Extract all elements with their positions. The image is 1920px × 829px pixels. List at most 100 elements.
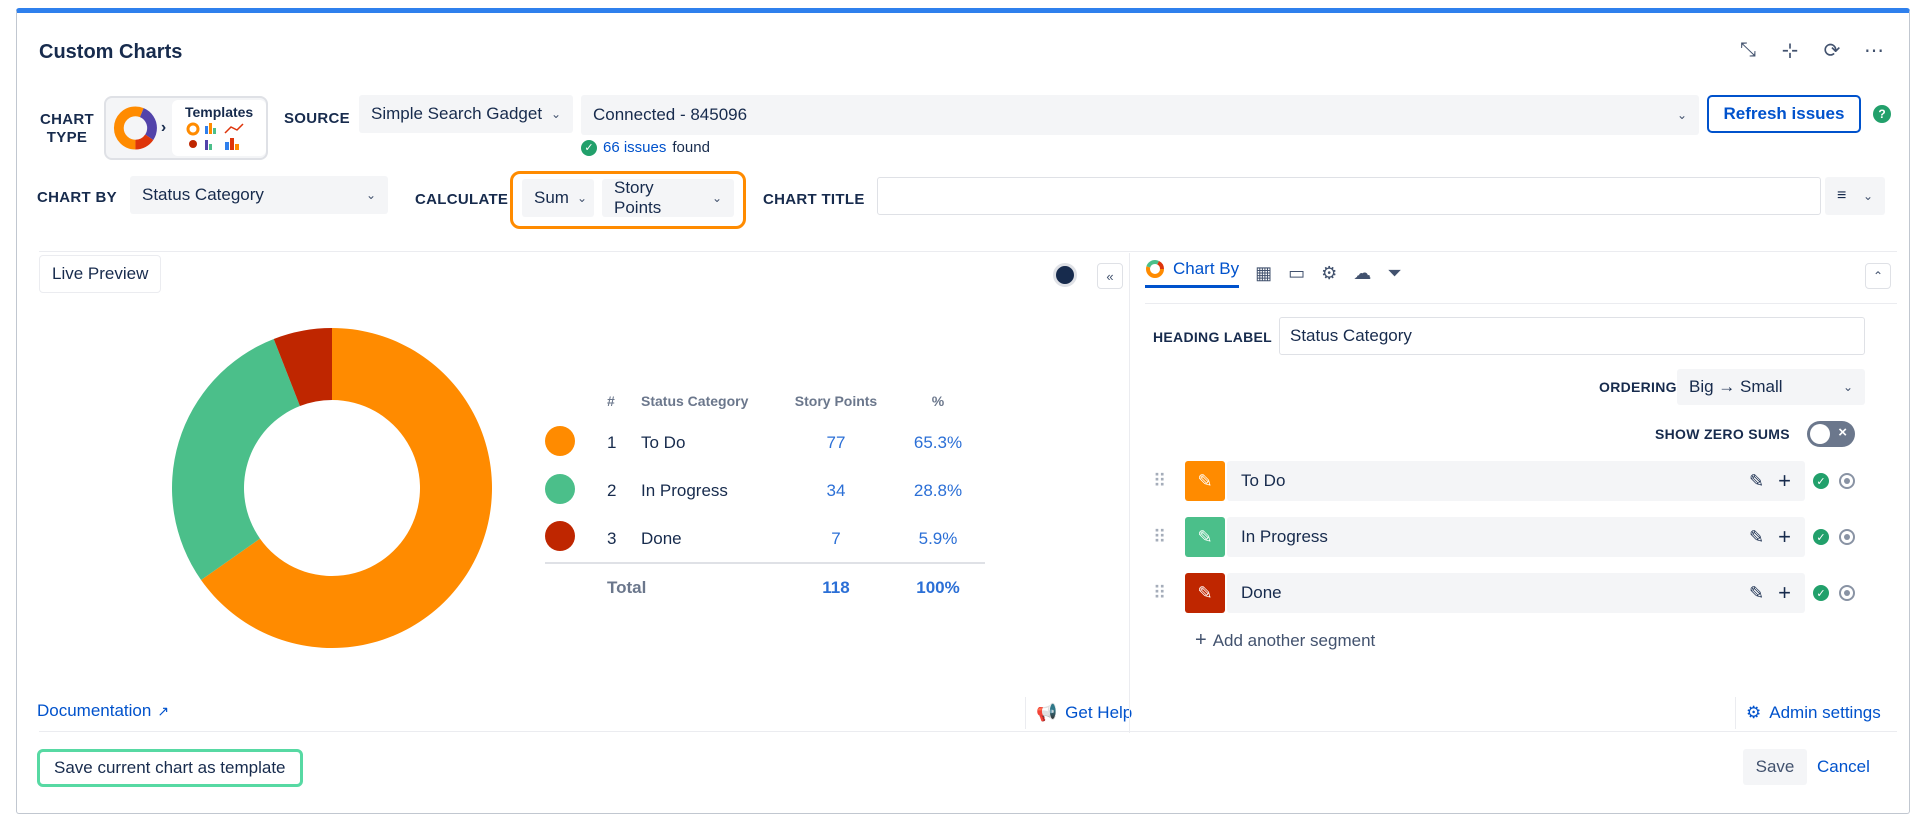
plus-icon[interactable]: + [1778, 524, 1791, 550]
check-circle-icon[interactable]: ✓ [1813, 473, 1829, 489]
check-circle-icon[interactable]: ✓ [1813, 585, 1829, 601]
more-icon[interactable]: ⋯ [1863, 39, 1885, 62]
get-help-link[interactable]: 📢 Get Help [1025, 697, 1132, 729]
gear-icon[interactable]: ⚙ [1321, 263, 1337, 284]
external-link-icon: ↗ [157, 702, 170, 719]
donut-slice-in-progress[interactable] [172, 338, 300, 580]
col-header-status: Status Category [641, 393, 749, 409]
legend-row: 2 In Progress 34 28.8% [545, 467, 985, 515]
close-icon: × [1838, 424, 1847, 441]
tab-chart-by[interactable]: Chart By [1145, 259, 1240, 288]
issues-found: ✓ 66 issues found [581, 139, 710, 156]
color-picker-icon[interactable]: ✎ [1185, 461, 1225, 501]
pencil-icon[interactable]: ✎ [1749, 471, 1764, 492]
check-circle-icon: ✓ [581, 139, 597, 156]
help-icon[interactable]: ? [1873, 105, 1891, 123]
plus-icon[interactable]: + [1778, 468, 1791, 494]
legend-swatch [545, 473, 575, 504]
documentation-link[interactable]: Documentation ↗ [37, 701, 169, 721]
title-align-dropdown[interactable]: ≡ ⌄ [1825, 177, 1885, 215]
plus-icon: + [1195, 629, 1207, 651]
header-icons: ⤡ ⊹ ⟳ ⋯ [1737, 39, 1885, 62]
col-header-number: # [607, 393, 615, 409]
chevron-down-icon: ⌄ [711, 191, 722, 205]
show-zero-sums-toggle[interactable]: × [1807, 421, 1855, 447]
pencil-icon[interactable]: ✎ [1749, 527, 1764, 548]
chart-title-input[interactable] [877, 177, 1821, 215]
panel-divider [1129, 253, 1130, 733]
comment-icon[interactable]: ▭ [1288, 263, 1305, 284]
heading-label-label: HEADING LABEL [1153, 329, 1273, 345]
color-picker-icon[interactable]: ✎ [1185, 573, 1225, 613]
heading-label-input[interactable] [1279, 317, 1865, 355]
section-divider [39, 251, 1897, 252]
pencil-icon[interactable]: ✎ [1749, 583, 1764, 604]
check-circle-icon[interactable]: ✓ [1813, 529, 1829, 545]
drag-handle-icon[interactable]: ⠿ [1153, 528, 1167, 546]
chevron-down-icon: ⌄ [365, 188, 376, 202]
donut-chart [172, 328, 493, 648]
issues-count-link[interactable]: 66 issues [603, 139, 666, 156]
templates-button[interactable]: Templates [172, 100, 266, 156]
chevron-right-icon: › [160, 119, 167, 136]
tabs-divider [1145, 303, 1897, 304]
legend-row: 3 Done 7 5.9% [545, 515, 985, 563]
chart-title-label: CHART TITLE [763, 191, 865, 208]
calculate-label: CALCULATE [415, 191, 509, 208]
calculate-field-dropdown[interactable]: Story Points ⌄ [602, 178, 734, 217]
color-picker-icon[interactable]: ✎ [1185, 517, 1225, 557]
collapse-arrows-icon[interactable]: ⤡ [1737, 39, 1759, 61]
megaphone-icon: 📢 [1036, 703, 1058, 722]
shrink-icon[interactable]: ⊹ [1779, 39, 1801, 62]
legend-swatch [545, 521, 575, 551]
admin-settings-link[interactable]: ⚙ Admin settings [1735, 697, 1881, 729]
cancel-button[interactable]: Cancel [1817, 757, 1870, 777]
collapse-up-icon[interactable]: ⌃ [1865, 263, 1891, 289]
eye-icon[interactable] [1839, 473, 1855, 489]
legend-total-row: Total 118 100% [545, 562, 985, 611]
footer-divider [39, 731, 1897, 732]
connection-dropdown[interactable]: Connected - 845096 ⌄ [581, 95, 1699, 135]
source-dropdown[interactable]: Simple Search Gadget ⌄ [359, 95, 573, 133]
table-icon[interactable]: ▦ [1255, 263, 1272, 284]
segment-row: ⠿ ✎ In Progress ✎ + ✓ [1153, 517, 1897, 557]
segments-list: ⠿ ✎ To Do ✎ + ✓ ⠿ ✎ In Progress ✎ + ✓ ⠿ … [1153, 461, 1897, 613]
chart-by-label: CHART BY [37, 189, 117, 206]
col-header-percent: % [931, 393, 945, 409]
config-tabs: Chart By ▦ ▭ ⚙ ☁ ⏷ [1145, 259, 1402, 288]
drag-handle-icon[interactable]: ⠿ [1153, 472, 1167, 490]
add-segment-button[interactable]: + Add another segment [1195, 629, 1375, 652]
legend-table: # Status Category Story Points % 1 To Do… [545, 393, 985, 611]
align-icon: ≡ [1837, 187, 1847, 204]
chevron-down-icon: ⌄ [1842, 380, 1853, 394]
gear-icon: ⚙ [1746, 703, 1762, 722]
save-button[interactable]: Save [1743, 749, 1807, 785]
refresh-issues-button[interactable]: Refresh issues [1707, 95, 1861, 133]
calculate-function-dropdown[interactable]: Sum ⌄ [522, 179, 594, 217]
save-template-button[interactable]: Save current chart as template [37, 749, 303, 787]
collapse-left-icon[interactable]: « [1097, 263, 1123, 289]
chevron-down-icon: ⌄ [1676, 108, 1687, 122]
filter-icon[interactable]: ⏷ [1387, 263, 1401, 284]
panel-title: Custom Charts [39, 41, 183, 63]
eye-icon[interactable] [1839, 585, 1855, 601]
templates-thumbnails-icon [186, 122, 244, 150]
live-preview-tab[interactable]: Live Preview [39, 255, 162, 293]
donut-thumbnail-icon [113, 106, 157, 150]
eye-icon[interactable] [1839, 529, 1855, 545]
theme-toggle-icon[interactable] [1053, 263, 1077, 287]
refresh-icon[interactable]: ⟳ [1821, 39, 1843, 62]
chevron-down-icon: ⌄ [576, 191, 588, 205]
chart-by-dropdown[interactable]: Status Category ⌄ [130, 176, 388, 214]
donut-icon [1146, 260, 1164, 278]
ordering-dropdown[interactable]: Big → Small ⌄ [1677, 369, 1865, 405]
chart-type-selector[interactable]: › Templates [104, 96, 268, 160]
upload-icon[interactable]: ☁ [1353, 263, 1371, 284]
legend-row: 1 To Do 77 65.3% [545, 419, 985, 467]
plus-icon[interactable]: + [1778, 580, 1791, 606]
show-zero-sums-label: SHOW ZERO SUMS [1655, 426, 1790, 442]
legend-swatch [545, 425, 575, 456]
drag-handle-icon[interactable]: ⠿ [1153, 584, 1167, 602]
chart-type-label: CHART TYPE [40, 111, 94, 146]
custom-charts-panel: Custom Charts ⤡ ⊹ ⟳ ⋯ CHART TYPE › Templ… [16, 8, 1910, 814]
